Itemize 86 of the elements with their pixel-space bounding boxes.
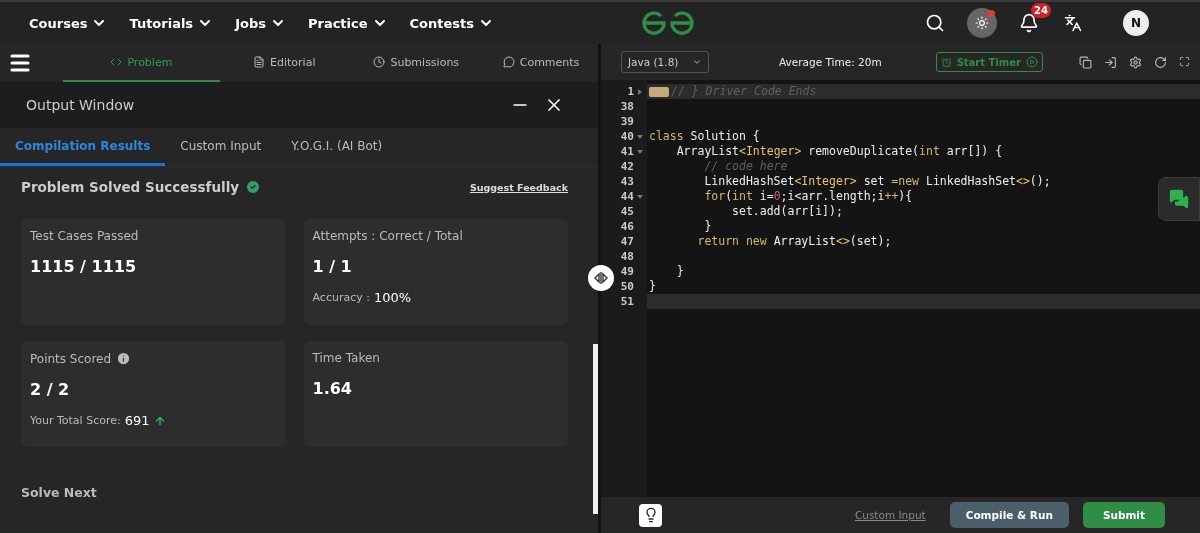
card-title: Time Taken bbox=[312, 351, 380, 365]
info-icon[interactable] bbox=[116, 351, 132, 366]
feedback-link[interactable]: Suggest Feedback bbox=[469, 181, 568, 193]
code-line: } bbox=[703, 219, 712, 234]
play-icon bbox=[1025, 56, 1038, 68]
compile-run-button[interactable]: Compile & Run bbox=[949, 502, 1069, 528]
line-number: 47 bbox=[620, 235, 634, 248]
theme-toggle[interactable] bbox=[967, 8, 997, 38]
line-number: 46 bbox=[620, 220, 634, 233]
lightbulb-button[interactable] bbox=[639, 503, 662, 527]
code-line: // code here bbox=[703, 159, 788, 174]
nav-menu[interactable]: Practice bbox=[307, 15, 388, 31]
fullscreen-icon[interactable] bbox=[1178, 55, 1190, 67]
check-icon bbox=[245, 179, 262, 195]
chat-button[interactable] bbox=[1158, 177, 1200, 221]
sun-icon bbox=[975, 16, 989, 30]
panel-splitter[interactable] bbox=[588, 265, 614, 291]
code-line: } bbox=[648, 279, 656, 294]
card-title: Test Cases Passed bbox=[30, 229, 139, 243]
line-number: 42 bbox=[620, 160, 634, 173]
clock-icon bbox=[373, 56, 386, 68]
output-tab[interactable]: Y.O.G.I. (AI Bot) bbox=[276, 128, 398, 166]
logo-icon[interactable] bbox=[640, 10, 696, 36]
nav-menu[interactable]: Jobs bbox=[235, 15, 286, 31]
card-title: Attempts : Correct / Total bbox=[312, 229, 463, 243]
line-number: 45 bbox=[620, 205, 634, 218]
status-message: Problem Solved Successfully bbox=[21, 179, 240, 195]
card-value: 2 / 2 bbox=[30, 380, 71, 399]
output-tab[interactable]: Compilation Results bbox=[0, 128, 166, 166]
problem-tab[interactable]: Comments bbox=[484, 44, 598, 82]
average-time: Average Time: 20m bbox=[779, 56, 882, 68]
caret-icon bbox=[692, 57, 702, 67]
line-number: 50 bbox=[620, 280, 634, 293]
problem-tab[interactable]: Editorial bbox=[220, 44, 349, 82]
code-line: ArrayList<Integer> removeDuplicate(int arr[]) { bbox=[675, 144, 1003, 159]
line-number: 51 bbox=[620, 295, 634, 308]
scrollbar-thumb[interactable] bbox=[593, 344, 598, 514]
line-number: 43 bbox=[620, 175, 634, 188]
line-number: 1 bbox=[627, 85, 634, 98]
notification-count: 24 bbox=[1031, 3, 1051, 18]
detail-value: 691 bbox=[124, 413, 150, 428]
speech-bubble-icon bbox=[502, 56, 515, 68]
line-number: 38 bbox=[620, 100, 634, 113]
code-line: LinkedHashSet<Integer> set =new LinkedHashSet<>(); bbox=[703, 174, 1051, 189]
line-number: 41 bbox=[620, 145, 634, 158]
fold-arrow-icon[interactable] bbox=[637, 133, 643, 140]
nav-menu[interactable]: Courses bbox=[29, 15, 108, 31]
card-title: Points Scored bbox=[30, 351, 112, 366]
language-select[interactable]: Java (1.8) bbox=[621, 51, 709, 73]
settings-icon[interactable] bbox=[1128, 55, 1142, 69]
section-heading: Solve Next bbox=[21, 485, 98, 500]
chat-icon bbox=[1169, 189, 1189, 209]
nav-menu[interactable]: Contests bbox=[409, 15, 494, 31]
card-value: 1.64 bbox=[312, 379, 353, 398]
detail-label: Accuracy : bbox=[312, 291, 370, 304]
card-value: 1115 / 1115 bbox=[30, 257, 138, 276]
code-line: set.add(arr[i]); bbox=[731, 204, 843, 219]
nav-menu[interactable]: Tutorials bbox=[129, 15, 214, 31]
fold-arrow-icon[interactable] bbox=[637, 193, 643, 200]
code-line: } bbox=[675, 264, 684, 279]
line-number: 40 bbox=[620, 130, 634, 143]
alarm-clock-icon bbox=[940, 56, 952, 68]
submit-button[interactable]: Submit bbox=[1082, 502, 1165, 528]
document-icon bbox=[253, 56, 266, 68]
custom-input-link[interactable]: Custom Input bbox=[854, 509, 926, 521]
detail-label: Your Total Score: bbox=[30, 414, 121, 427]
folded-code-marker[interactable] bbox=[649, 86, 669, 97]
output-tab[interactable]: Custom Input bbox=[165, 128, 277, 166]
fold-arrow-icon[interactable] bbox=[637, 88, 643, 95]
notification-dot bbox=[988, 10, 995, 17]
code-line: return new ArrayList<>(set); bbox=[696, 234, 892, 249]
copy-icon[interactable] bbox=[1078, 55, 1092, 69]
line-number: 48 bbox=[620, 250, 634, 263]
fold-arrow-icon[interactable] bbox=[637, 148, 643, 155]
user-avatar[interactable]: N bbox=[1123, 10, 1149, 36]
line-number: 49 bbox=[620, 265, 634, 278]
start-timer-button[interactable]: Start Timer bbox=[935, 52, 1043, 72]
code-icon bbox=[110, 56, 123, 68]
code-line: class Solution { bbox=[648, 129, 760, 144]
line-number: 39 bbox=[620, 115, 634, 128]
problem-tab[interactable]: Submissions bbox=[348, 44, 485, 82]
panel-title: Output Window bbox=[26, 97, 136, 113]
card-value: 1 / 1 bbox=[312, 257, 353, 276]
code-line: for(int i=0;i<arr.length;i++){ bbox=[703, 189, 913, 204]
detail-value: 100% bbox=[373, 290, 412, 305]
line-number: 44 bbox=[620, 190, 634, 203]
